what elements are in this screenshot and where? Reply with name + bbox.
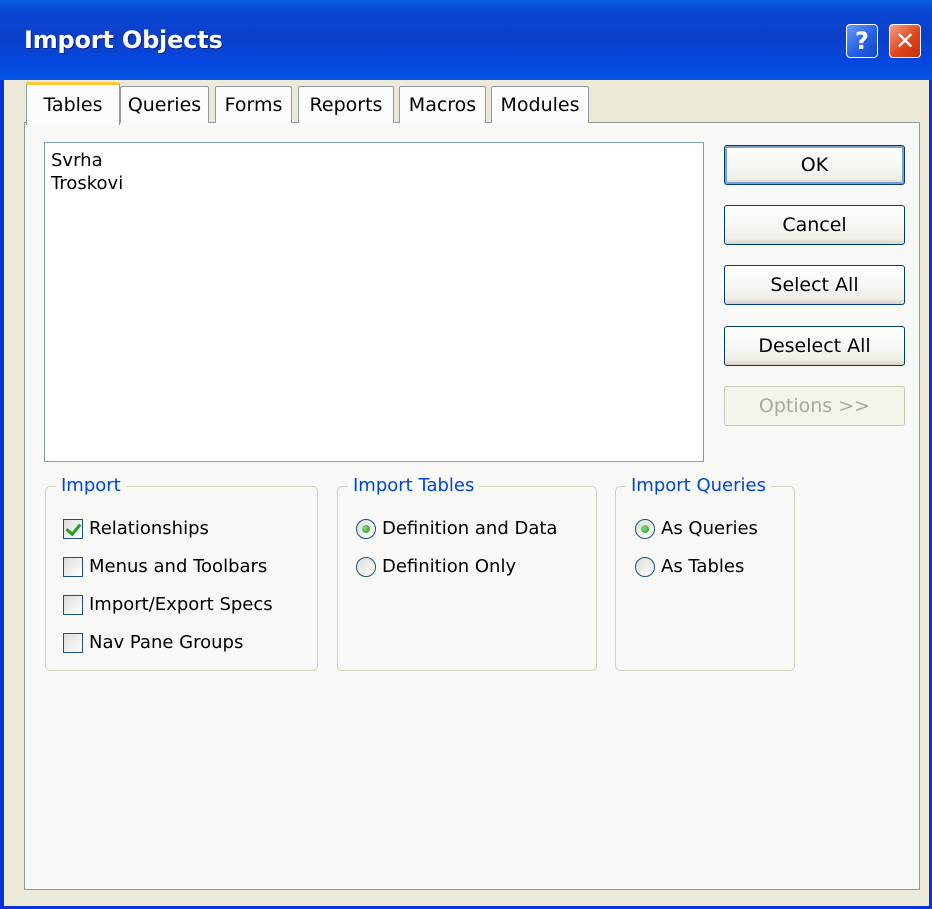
title-bar[interactable]: Import Objects ? ✕ xyxy=(0,0,932,80)
tab-macros[interactable]: Macros xyxy=(399,86,486,123)
import-export-specs-label: Import/Export Specs xyxy=(89,594,273,615)
import-export-specs-option[interactable]: Import/Export Specs xyxy=(63,594,273,615)
as-tables-label: As Tables xyxy=(661,556,745,577)
tables-listbox[interactable]: Svrha Troskovi xyxy=(44,142,704,462)
relationships-label: Relationships xyxy=(89,518,209,539)
tab-reports[interactable]: Reports xyxy=(298,86,394,123)
nav-pane-groups-option[interactable]: Nav Pane Groups xyxy=(63,632,243,653)
ok-button[interactable]: OK xyxy=(724,145,905,185)
menus-toolbars-option[interactable]: Menus and Toolbars xyxy=(63,556,267,577)
definition-only-option[interactable]: Definition Only xyxy=(356,556,516,577)
import-group: Import Relationships Menus and Toolbars … xyxy=(45,474,318,671)
tab-queries[interactable]: Queries xyxy=(120,86,209,123)
import-group-legend: Import xyxy=(56,474,126,498)
as-queries-radio[interactable] xyxy=(635,518,655,539)
help-icon: ? xyxy=(855,27,869,55)
cancel-button[interactable]: Cancel xyxy=(724,205,905,245)
tab-forms[interactable]: Forms xyxy=(215,86,292,123)
import-queries-group: Import Queries As Queries As Tables xyxy=(615,474,795,671)
tab-tables[interactable]: Tables xyxy=(26,82,120,125)
list-item[interactable]: Troskovi xyxy=(45,172,703,195)
relationships-checkbox[interactable] xyxy=(63,518,83,539)
help-button[interactable]: ? xyxy=(846,24,878,58)
as-queries-label: As Queries xyxy=(661,518,758,539)
relationships-option[interactable]: Relationships xyxy=(63,518,209,539)
import-export-specs-checkbox[interactable] xyxy=(63,594,83,615)
nav-pane-groups-checkbox[interactable] xyxy=(63,632,83,653)
definition-and-data-option[interactable]: Definition and Data xyxy=(356,518,557,539)
dialog-title: Import Objects xyxy=(24,26,223,54)
close-icon: ✕ xyxy=(894,27,916,55)
menus-toolbars-checkbox[interactable] xyxy=(63,556,83,577)
import-tables-legend: Import Tables xyxy=(348,474,480,498)
as-tables-option[interactable]: As Tables xyxy=(635,556,744,577)
import-tables-group: Import Tables Definition and Data Defini… xyxy=(337,474,597,671)
definition-only-label: Definition Only xyxy=(382,556,517,577)
import-queries-legend: Import Queries xyxy=(626,474,771,498)
definition-and-data-radio[interactable] xyxy=(356,518,376,539)
as-queries-option[interactable]: As Queries xyxy=(635,518,758,539)
deselect-all-button[interactable]: Deselect All xyxy=(724,326,905,366)
menus-toolbars-label: Menus and Toolbars xyxy=(89,556,268,577)
close-button[interactable]: ✕ xyxy=(889,24,921,58)
options-button[interactable]: Options >> xyxy=(724,386,905,426)
as-tables-radio[interactable] xyxy=(635,556,655,577)
tab-modules[interactable]: Modules xyxy=(491,86,589,123)
select-all-button[interactable]: Select All xyxy=(724,265,905,305)
nav-pane-groups-label: Nav Pane Groups xyxy=(89,632,244,653)
definition-and-data-label: Definition and Data xyxy=(382,518,558,539)
definition-only-radio[interactable] xyxy=(356,556,376,577)
list-item[interactable]: Svrha xyxy=(45,149,703,172)
